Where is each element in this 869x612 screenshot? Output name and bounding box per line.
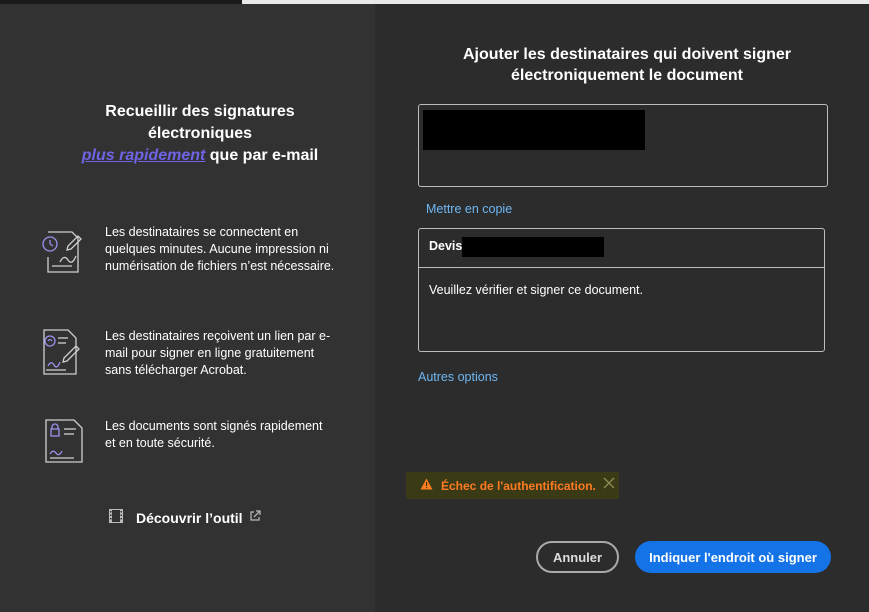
- right-title-line-1: Ajouter les destinataires qui doivent si…: [462, 46, 792, 63]
- title-line-3: plus rapidement que par e-mail: [40, 145, 360, 167]
- feature-text-1: Les destinataires se connectent en quelq…: [105, 225, 335, 273]
- recipients-input[interactable]: [418, 104, 828, 187]
- email-sign-document-icon: [38, 328, 90, 380]
- title-accent: plus rapidement: [81, 147, 206, 164]
- right-title-line-2: électroniquement le document: [510, 67, 744, 84]
- specify-signing-location-button[interactable]: Indiquer l'endroit où signer: [635, 541, 831, 573]
- signing-speed-icon: [38, 224, 90, 276]
- secure-document-icon: [38, 418, 90, 470]
- discover-tool-label: Découvrir l’outil: [136, 510, 243, 526]
- warning-icon: [420, 477, 433, 495]
- external-link-icon: [249, 509, 261, 527]
- subject-text: Devis: [429, 239, 463, 253]
- error-text: Échec de l'authentification.: [441, 478, 596, 493]
- right-panel-title: Ajouter les destinataires qui doivent si…: [440, 44, 814, 86]
- feature-text-2: Les destinataires reçoivent un lien par …: [105, 329, 331, 377]
- title-line-1: Recueillir des signatures: [105, 103, 295, 120]
- feature-text-3: Les documents sont signés rapidement et …: [105, 419, 323, 450]
- left-panel-title: Recueillir des signatures électroniques …: [40, 101, 360, 167]
- redacted-subject: [462, 237, 604, 257]
- cancel-button[interactable]: Annuler: [536, 541, 619, 573]
- redacted-recipient: [423, 110, 645, 150]
- title-rest: que par e-mail: [205, 147, 319, 164]
- discover-tool-link[interactable]: Découvrir l’outil: [108, 508, 261, 528]
- more-options-link[interactable]: Autres options: [418, 370, 498, 384]
- message-field[interactable]: Veuillez vérifier et signer ce document.: [429, 283, 643, 297]
- film-icon: [108, 508, 124, 529]
- title-line-2: électroniques: [147, 125, 253, 142]
- close-icon[interactable]: [602, 476, 616, 495]
- cc-link[interactable]: Mettre en copie: [426, 202, 512, 216]
- error-banner: Échec de l'authentification.: [406, 472, 619, 499]
- subject-field[interactable]: Devis: [419, 229, 824, 268]
- message-box: Devis Veuillez vérifier et signer ce doc…: [418, 228, 825, 352]
